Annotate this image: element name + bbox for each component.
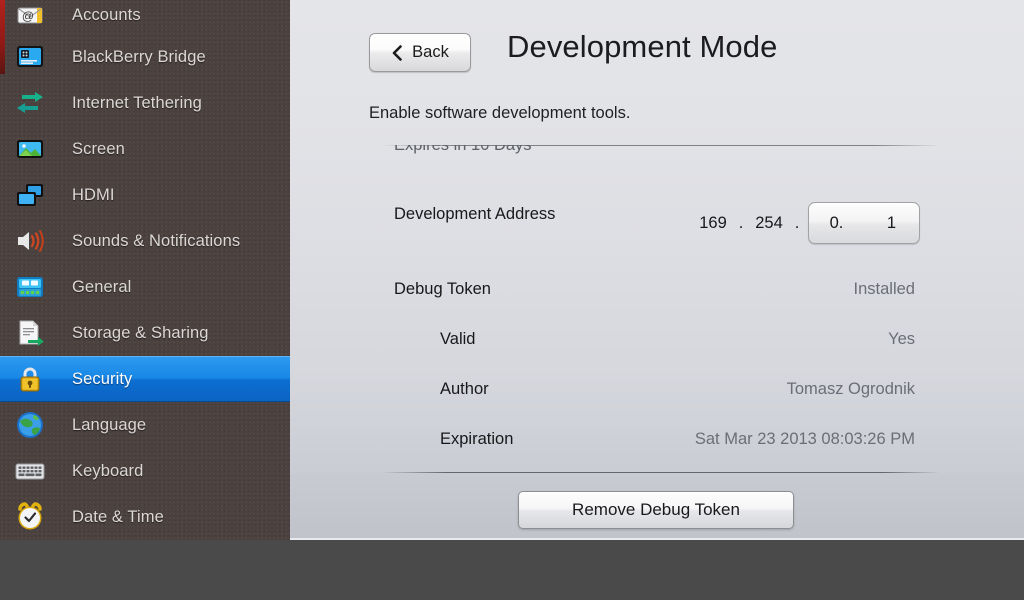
sidebar-item-label: Language xyxy=(72,415,147,434)
general-icon xyxy=(14,271,46,303)
debug-token-expiration-label: Expiration xyxy=(440,429,514,448)
sidebar-item-internet-tethering[interactable]: Internet Tethering xyxy=(0,80,290,126)
chevron-left-icon xyxy=(391,44,403,61)
sounds-icon xyxy=(14,225,46,257)
debug-token-expiration-row: Expiration Sat Mar 23 2013 08:03:26 PM xyxy=(290,414,1024,464)
page-title: Development Mode xyxy=(507,29,778,64)
page-subtitle: Enable software development tools. xyxy=(369,104,631,122)
sidebar-item-label: Accounts xyxy=(72,5,141,24)
expires-note-row: Expires in 10 Days xyxy=(290,145,1024,162)
ip-octet-3: 0. xyxy=(829,213,844,232)
settings-sidebar: @ Accounts BlackBerry Bridge Internet Te… xyxy=(0,0,290,540)
debug-token-status: Installed xyxy=(853,279,915,298)
date-time-clock-icon xyxy=(14,501,46,533)
debug-token-valid-label: Valid xyxy=(440,329,476,348)
ip-octet-4: 1 xyxy=(886,213,897,232)
sidebar-item-hdmi[interactable]: HDMI xyxy=(0,172,290,218)
sidebar-item-sounds-notifications[interactable]: Sounds & Notifications xyxy=(0,218,290,264)
sidebar-item-label: Internet Tethering xyxy=(72,93,202,112)
debug-token-valid-row: Valid Yes xyxy=(290,314,1024,364)
debug-token-expiration-value: Sat Mar 23 2013 08:03:26 PM xyxy=(694,429,915,448)
sidebar-item-label: Keyboard xyxy=(72,461,144,480)
debug-token-author-row: Author Tomasz Ogrodnik xyxy=(290,364,1024,414)
sidebar-item-general[interactable]: General xyxy=(0,264,290,310)
ip-separator: . xyxy=(794,213,800,232)
sidebar-item-storage-sharing[interactable]: Storage & Sharing xyxy=(0,310,290,356)
hdmi-icon xyxy=(14,179,46,211)
back-button[interactable]: Back xyxy=(369,33,471,72)
ip-separator: . xyxy=(738,213,744,232)
sidebar-item-label: Date & Time xyxy=(72,507,164,526)
sidebar-item-label: General xyxy=(72,277,132,296)
development-address-label: Development Address xyxy=(394,204,556,223)
desktop-background-bottom xyxy=(0,540,1024,600)
storage-sharing-icon xyxy=(14,317,46,349)
expires-note-label: Expires in 10 Days xyxy=(394,145,532,154)
action-footer: Remove Debug Token xyxy=(290,473,1024,540)
sidebar-item-label: Storage & Sharing xyxy=(72,323,209,342)
screen-icon xyxy=(14,133,46,165)
development-address-input-group[interactable]: 169 . 254 . 0. 1 xyxy=(694,201,920,245)
debug-token-label: Debug Token xyxy=(394,279,491,298)
back-button-label: Back xyxy=(412,43,449,61)
development-address-row: Development Address 169 . 254 . 0. 1 xyxy=(290,189,1024,244)
language-globe-icon xyxy=(14,409,46,441)
svg-text:@: @ xyxy=(22,9,34,23)
settings-scroll-area[interactable]: Expires in 10 Days Development Address 1… xyxy=(290,145,1024,473)
sidebar-item-keyboard[interactable]: Keyboard xyxy=(0,448,290,494)
keyboard-icon xyxy=(14,455,46,487)
debug-token-author-value: Tomasz Ogrodnik xyxy=(786,379,915,398)
security-lock-icon xyxy=(14,363,46,395)
remove-debug-token-label: Remove Debug Token xyxy=(572,500,740,519)
sidebar-item-date-time[interactable]: Date & Time xyxy=(0,494,290,540)
sidebar-item-label: HDMI xyxy=(72,185,115,204)
accounts-icon: @ xyxy=(14,0,46,31)
sidebar-item-label: BlackBerry Bridge xyxy=(72,47,206,66)
sidebar-item-label: Screen xyxy=(72,139,125,158)
sidebar-item-language[interactable]: Language xyxy=(0,402,290,448)
internet-tethering-icon xyxy=(14,87,46,119)
settings-detail-panel: Back Development Mode Enable software de… xyxy=(290,0,1024,540)
blackberry-bridge-icon xyxy=(14,41,46,73)
playbook-settings-screen: @ Accounts BlackBerry Bridge Internet Te… xyxy=(0,0,1024,600)
sidebar-item-label: Sounds & Notifications xyxy=(72,231,241,250)
ip-octet-2: 254 xyxy=(755,213,783,232)
ip-octet-1: 169 xyxy=(699,213,727,232)
ip-octet-input-box[interactable]: 0. 1 xyxy=(808,202,920,244)
debug-token-row: Debug Token Installed xyxy=(290,264,1024,314)
sidebar-item-accounts[interactable]: @ Accounts xyxy=(0,0,290,38)
debug-token-author-label: Author xyxy=(440,379,489,398)
sidebar-item-label: Security xyxy=(72,369,133,388)
remove-debug-token-button[interactable]: Remove Debug Token xyxy=(518,491,794,529)
sidebar-item-screen[interactable]: Screen xyxy=(0,126,290,172)
debug-token-valid-value: Yes xyxy=(888,329,915,348)
sidebar-item-blackberry-bridge[interactable]: BlackBerry Bridge xyxy=(0,34,290,80)
sidebar-item-security[interactable]: Security xyxy=(0,356,290,402)
